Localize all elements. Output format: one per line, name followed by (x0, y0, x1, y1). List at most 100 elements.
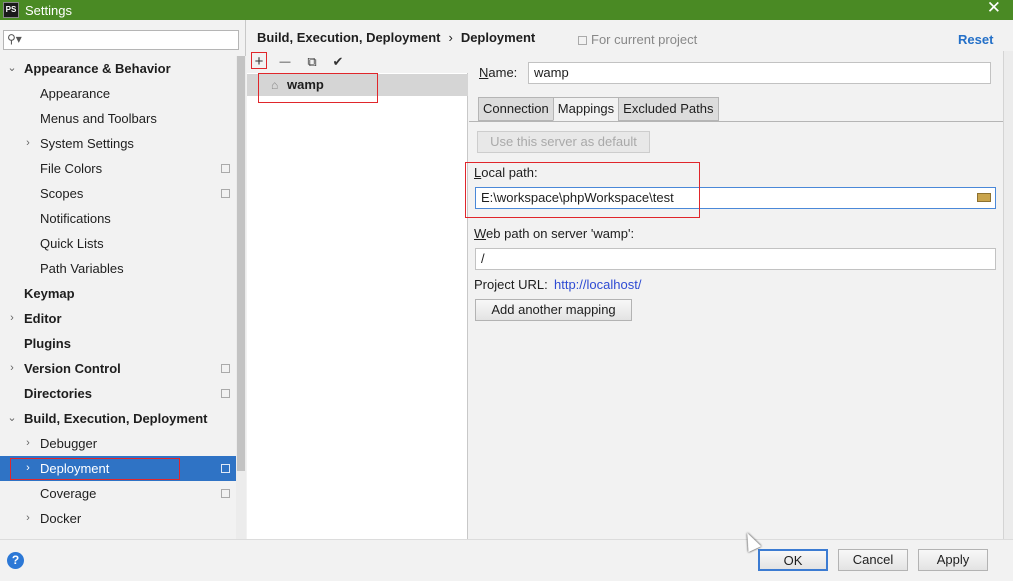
tree-item-system-settings[interactable]: › System Settings (0, 131, 236, 156)
chevron-right-icon[interactable]: › (22, 131, 34, 156)
local-path-field[interactable]: E:\workspace\phpWorkspace\test (475, 187, 996, 209)
server-config-panel (469, 51, 1003, 539)
tree-item-editor[interactable]: › Editor (0, 306, 236, 331)
tree-item-label: File Colors (40, 161, 103, 176)
tree-item-coverage[interactable]: Coverage (0, 481, 236, 506)
close-icon[interactable]: ✕ (987, 0, 1001, 18)
chevron-down-icon[interactable]: ⌄ (6, 56, 18, 81)
home-icon: ⌂ (271, 78, 279, 92)
breadcrumb-separator: › (448, 30, 453, 45)
project-scope-icon (221, 364, 230, 373)
add-another-mapping-button[interactable]: Add another mapping (475, 299, 632, 321)
local-path-label: Local path: (474, 165, 538, 180)
tree-item-label: Deployment (40, 461, 110, 476)
use-as-default-button[interactable]: Use this server as default (477, 131, 650, 153)
tree-item-file-colors[interactable]: File Colors (0, 156, 236, 181)
chevron-down-icon[interactable]: ⌄ (6, 406, 18, 431)
tree-item-label: Directories (24, 386, 92, 401)
chevron-right-icon[interactable]: › (6, 356, 18, 381)
project-url-link[interactable]: http://localhost/ (554, 277, 641, 292)
chevron-right-icon[interactable]: › (22, 431, 34, 456)
tree-item-label: Plugins (24, 336, 71, 351)
copy-server-button[interactable]: ⧉ (304, 53, 320, 71)
tree-item-label: Appearance (40, 86, 111, 101)
deployment-servers-panel: + — ⧉ ✔ ⌂ wamp (247, 51, 468, 539)
project-scope-icon (221, 489, 230, 498)
tree-item-path-variables[interactable]: Path Variables (0, 256, 236, 281)
tab-excluded-paths[interactable]: Excluded Paths (618, 97, 719, 121)
tree-item-label: Appearance & Behavior (24, 61, 171, 76)
tree-item-keymap[interactable]: Keymap (0, 281, 236, 306)
project-scope-icon (221, 464, 230, 473)
tree-item-debugger[interactable]: › Debugger (0, 431, 236, 456)
help-icon[interactable]: ? (7, 552, 24, 569)
search-input[interactable]: ⚲▾ (3, 30, 239, 50)
tree-item-label: Menus and Toolbars (40, 111, 157, 126)
default-server-check-button[interactable]: ✔ (330, 53, 346, 71)
tree-item-deployment[interactable]: › Deployment (0, 456, 236, 481)
tree-item-label: Keymap (24, 286, 75, 301)
tree-item-label: Build, Execution, Deployment (24, 411, 208, 426)
tree-item-build-execution-deployment[interactable]: ⌄ Build, Execution, Deployment (0, 406, 236, 431)
servers-toolbar: + — ⧉ ✔ (247, 51, 468, 73)
phpstorm-app-icon: PS (3, 2, 19, 18)
tree-item-menus-and-toolbars[interactable]: Menus and Toolbars (0, 106, 236, 131)
breadcrumb-parent: Build, Execution, Deployment (257, 30, 441, 45)
web-path-field[interactable]: / (475, 248, 996, 270)
folder-browse-icon[interactable] (977, 193, 991, 202)
tree-item-label: Coverage (40, 486, 97, 501)
tree-item-label: Path Variables (40, 261, 124, 276)
window-titlebar: PS Settings ✕ (0, 0, 1013, 20)
chevron-right-icon[interactable]: › (6, 306, 18, 331)
project-scope-icon (221, 389, 230, 398)
apply-button[interactable]: Apply (918, 549, 988, 571)
tree-item-plugins[interactable]: Plugins (0, 331, 236, 356)
for-current-project: For current project (578, 32, 697, 47)
chevron-right-icon[interactable]: › (22, 506, 34, 531)
for-current-project-label: For current project (591, 32, 698, 47)
cancel-button[interactable]: Cancel (838, 549, 908, 571)
project-scope-icon (578, 36, 587, 46)
tree-item-label: Notifications (40, 211, 111, 226)
remove-server-button[interactable]: — (277, 53, 293, 71)
tree-item-notifications[interactable]: Notifications (0, 206, 236, 231)
tree-scrollbar[interactable] (236, 56, 246, 539)
tree-item-scopes[interactable]: Scopes (0, 181, 236, 206)
breadcrumb-current: Deployment (460, 30, 536, 45)
add-server-button[interactable]: + (251, 53, 267, 71)
tree-item-label: System Settings (40, 136, 134, 151)
name-field[interactable]: wamp (528, 62, 991, 84)
settings-tree-panel: ⚲▾ ⌄ Appearance & Behavior Appearance Menus… (0, 20, 246, 539)
tree-item-appearance-behavior[interactable]: ⌄ Appearance & Behavior (0, 56, 236, 81)
settings-tree: ⌄ Appearance & Behavior Appearance Menus an… (0, 56, 236, 531)
tab-divider (469, 121, 1003, 122)
chevron-right-icon[interactable]: › (22, 456, 34, 481)
breadcrumb: Build, Execution, Deployment › Deployment (257, 30, 535, 45)
tree-item-label: Debugger (40, 436, 98, 451)
project-scope-icon (221, 189, 230, 198)
server-name: wamp (287, 77, 324, 92)
window-title: Settings (25, 2, 72, 18)
project-url-label: Project URL: (474, 277, 548, 292)
tree-item-appearance[interactable]: Appearance (0, 81, 236, 106)
server-list-item[interactable]: ⌂ wamp (247, 74, 468, 96)
reset-link[interactable]: Reset (958, 32, 993, 47)
config-tabs: Connection Mappings Excluded Paths (478, 97, 719, 121)
config-scrollbar[interactable] (1003, 51, 1013, 539)
web-path-label: Web path on server 'wamp': (474, 226, 635, 241)
tree-item-label: Docker (40, 511, 82, 526)
tree-item-label: Scopes (40, 186, 84, 201)
tab-connection[interactable]: Connection (478, 97, 554, 121)
tree-item-quick-lists[interactable]: Quick Lists (0, 231, 236, 256)
ok-button[interactable]: OK (758, 549, 828, 571)
tree-item-label: Editor (24, 311, 62, 326)
tree-item-docker[interactable]: › Docker (0, 506, 236, 531)
tree-item-version-control[interactable]: › Version Control (0, 356, 236, 381)
project-scope-icon (221, 164, 230, 173)
tree-item-label: Version Control (24, 361, 121, 376)
name-label: Name: (479, 65, 518, 80)
tab-mappings[interactable]: Mappings (552, 97, 620, 121)
search-icon: ⚲▾ (7, 32, 22, 46)
tree-item-directories[interactable]: Directories (0, 381, 236, 406)
tree-item-label: Quick Lists (40, 236, 104, 251)
